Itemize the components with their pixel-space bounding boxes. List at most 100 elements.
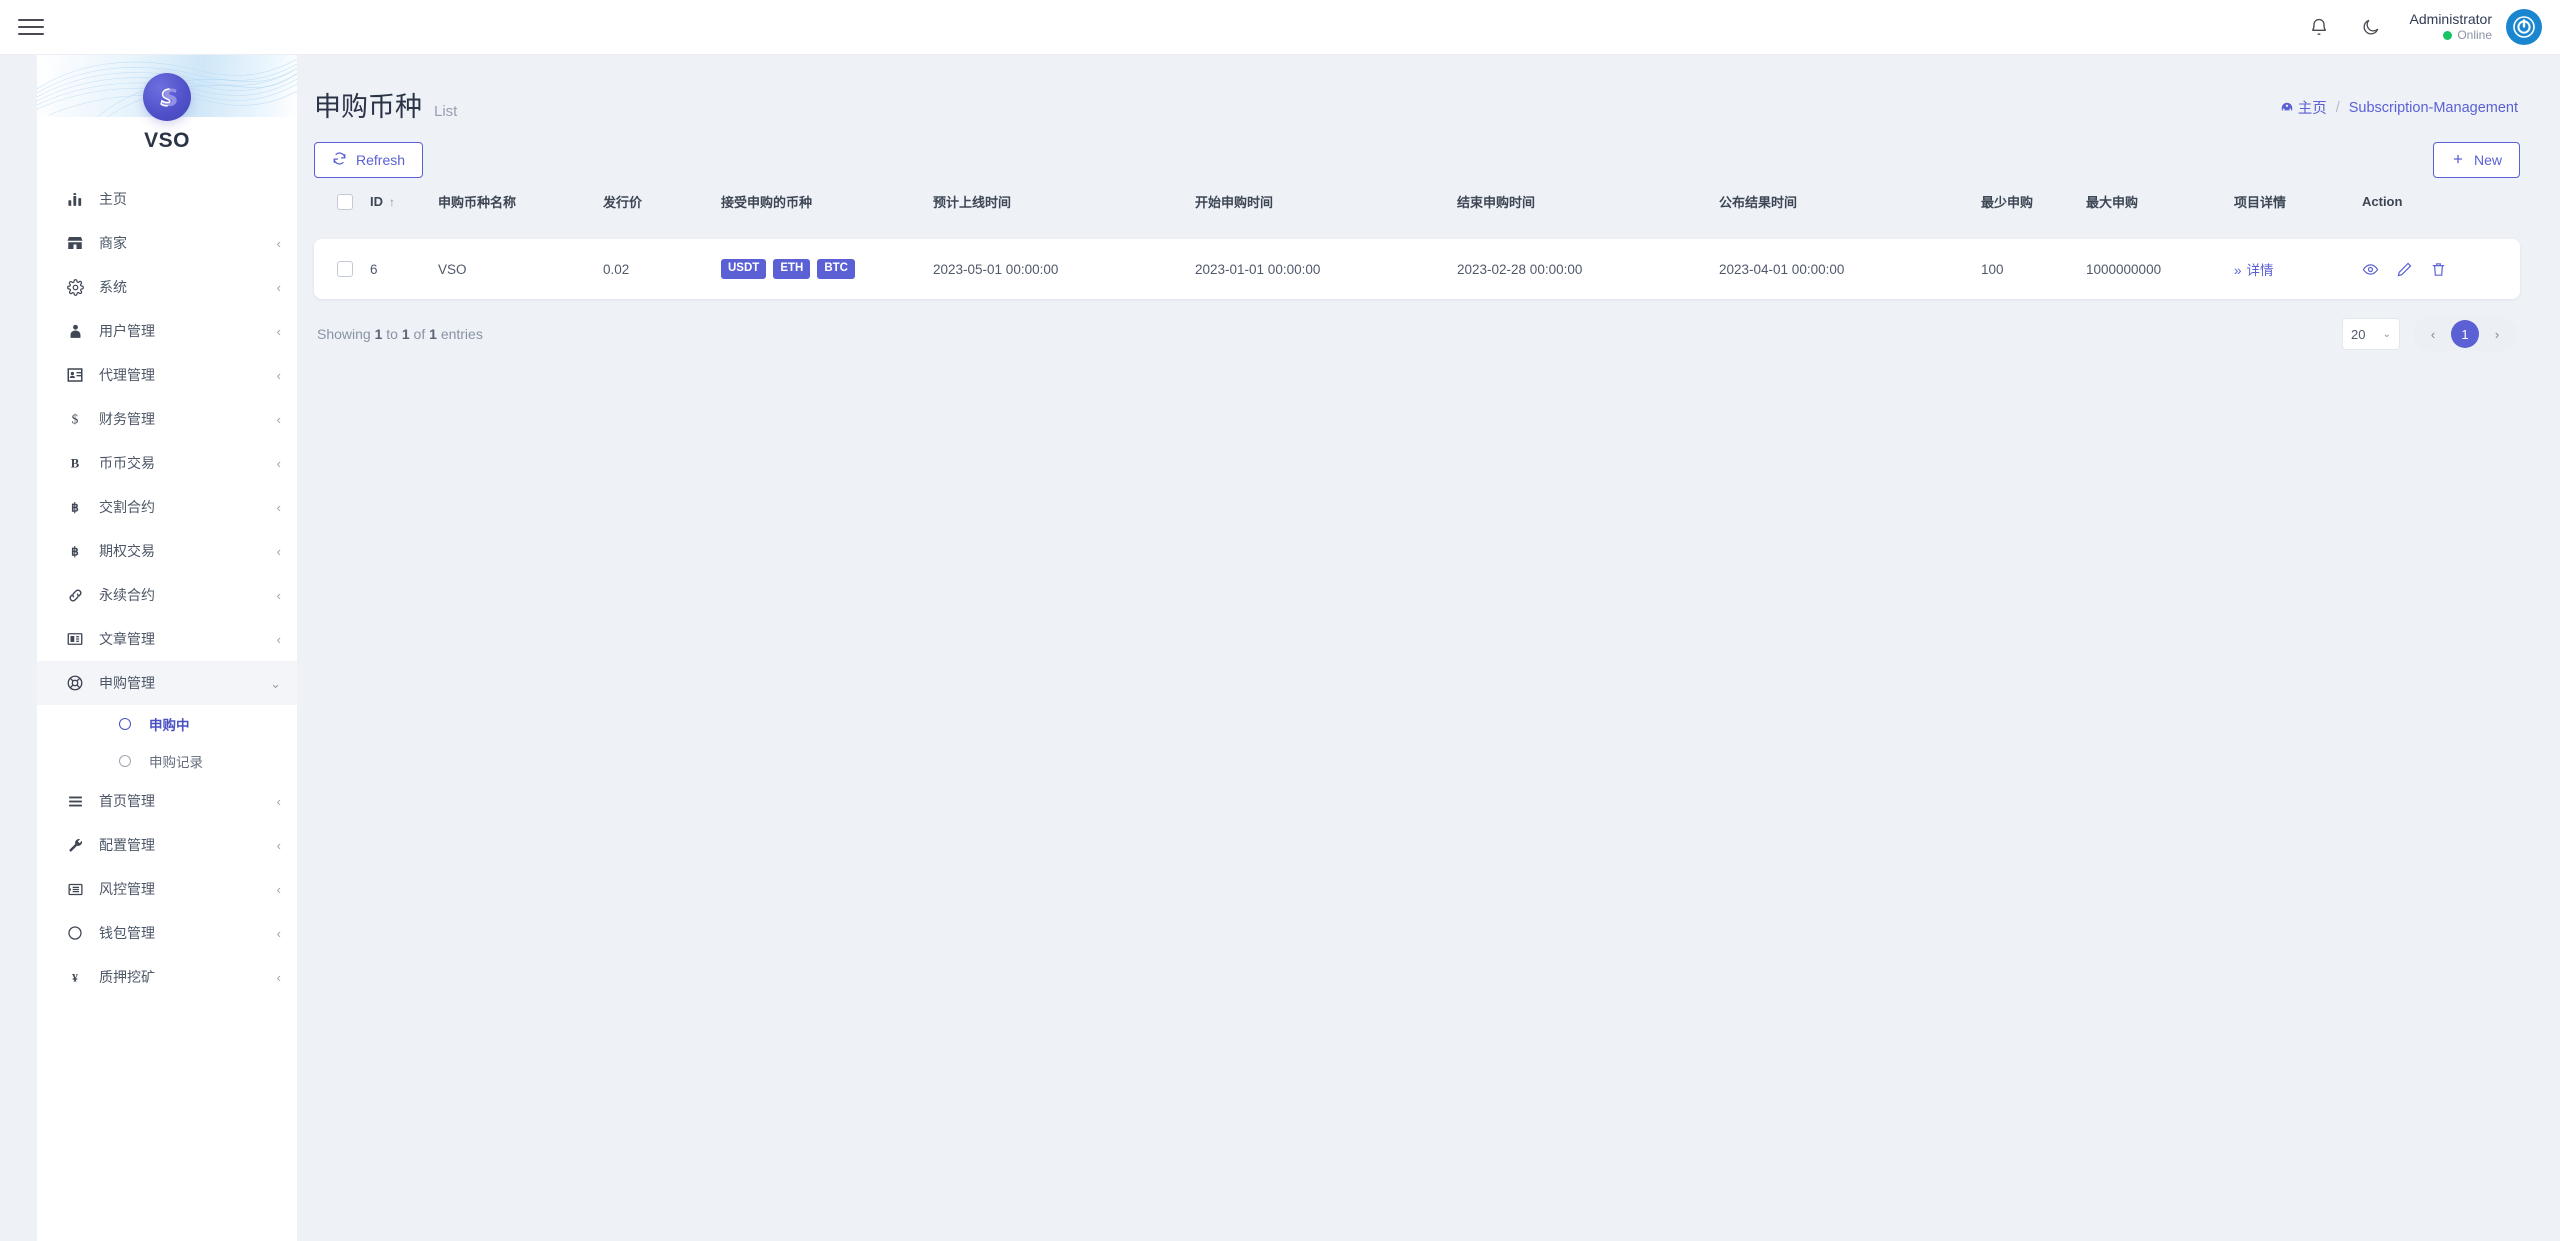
bell-icon[interactable] <box>2306 14 2332 40</box>
project-detail-label: 详情 <box>2246 263 2274 278</box>
table-wrapper: ID ↑ 申购币种名称 发行价 接受申购的币种 预计上线时间 开始申购时间 结束申… <box>314 178 2520 299</box>
page-1-button[interactable]: 1 <box>2451 320 2479 348</box>
col-max-subscription: 最大申购 <box>2086 178 2234 225</box>
sidebar-item-label: 风控管理 <box>99 881 155 897</box>
sidebar-item-label: 交割合约 <box>99 499 155 515</box>
chevron-left-icon: ‹ <box>276 925 281 941</box>
sidebar-item-subscription-management[interactable]: 申购管理 ⌄ <box>37 661 297 705</box>
col-id[interactable]: ID ↑ <box>370 178 438 225</box>
chevron-left-icon: ‹ <box>276 587 281 603</box>
table-header-row: ID ↑ 申购币种名称 发行价 接受申购的币种 预计上线时间 开始申购时间 结束申… <box>314 178 2520 225</box>
sidebar-subitem-subscribing[interactable]: 申购中 <box>37 705 297 742</box>
sidebar-item-staking-mining[interactable]: ¥ 质押挖矿 ‹ <box>37 955 297 999</box>
sidebar-item-perpetual-contract[interactable]: 永续合约 ‹ <box>37 573 297 617</box>
coin-badge: USDT <box>721 259 767 279</box>
breadcrumb: 主页 / Subscription-Management <box>2280 85 2518 118</box>
user-menu[interactable]: Administrator Online <box>2410 9 2542 45</box>
sidebar-item-label: 质押挖矿 <box>99 969 155 985</box>
user-info: Administrator Online <box>2410 11 2492 44</box>
sidebar-item-finance-management[interactable]: $ 财务管理 ‹ <box>37 397 297 441</box>
pager: ‹ 1 › <box>2413 317 2517 351</box>
svg-text:¥: ¥ <box>72 971 78 985</box>
entries-mid: to <box>386 326 398 342</box>
eye-icon[interactable] <box>2362 261 2379 278</box>
sidebar-item-delivery-contract[interactable]: ฿ 交割合约 ‹ <box>37 485 297 529</box>
sidebar-item-user-management[interactable]: 用户管理 ‹ <box>37 309 297 353</box>
chevron-left-icon: ‹ <box>276 455 281 471</box>
sidebar-item-risk-management[interactable]: 风控管理 ‹ <box>37 867 297 911</box>
svg-text:B: B <box>71 457 80 471</box>
sidebar-item-label: 配置管理 <box>99 837 155 853</box>
main-content: 申购币种 List 主页 / Subscription-Management R… <box>297 55 2560 1241</box>
cell-max-subscription: 1000000000 <box>2086 239 2234 299</box>
svg-text:฿: ฿ <box>71 545 79 559</box>
sidebar-item-system[interactable]: 系统 ‹ <box>37 265 297 309</box>
sidebar-item-label: 币币交易 <box>99 455 155 471</box>
sidebar-item-config-management[interactable]: 配置管理 ‹ <box>37 823 297 867</box>
topbar-actions: Administrator Online <box>2306 9 2542 45</box>
sidebar-subitem-label: 申购记录 <box>149 754 203 770</box>
breadcrumb-home[interactable]: 主页 <box>2280 97 2327 118</box>
user-status-label: Online <box>2457 28 2492 43</box>
entries-from: 1 <box>374 326 383 342</box>
refresh-label: Refresh <box>356 152 406 168</box>
link-icon <box>63 585 87 605</box>
sidebar-item-homepage-management[interactable]: 首页管理 ‹ <box>37 779 297 823</box>
user-tie-icon <box>63 321 87 341</box>
col-issue-price: 发行价 <box>603 178 721 225</box>
col-start-time: 开始申购时间 <box>1195 178 1457 225</box>
sidebar-item-agent-management[interactable]: 代理管理 ‹ <box>37 353 297 397</box>
sidebar-item-option-trade[interactable]: ฿ 期权交易 ‹ <box>37 529 297 573</box>
prev-page-button[interactable]: ‹ <box>2419 320 2447 348</box>
cell-actions <box>2362 239 2520 299</box>
breadcrumb-separator: / <box>2335 99 2340 116</box>
breadcrumb-current[interactable]: Subscription-Management <box>2349 100 2518 116</box>
top-bar: Administrator Online <box>0 0 2560 55</box>
sidebar-item-label: 文章管理 <box>99 631 155 647</box>
sidebar-item-label: 用户管理 <box>99 323 155 339</box>
circle-icon <box>63 923 87 943</box>
trash-icon[interactable] <box>2430 261 2447 278</box>
sidebar-item-label: 主页 <box>99 191 127 207</box>
cell-issue-price: 0.02 <box>603 239 721 299</box>
store-icon <box>63 233 87 253</box>
plus-icon <box>2451 152 2465 169</box>
sidebar-item-article-management[interactable]: 文章管理 ‹ <box>37 617 297 661</box>
next-page-button[interactable]: › <box>2483 320 2511 348</box>
sidebar-item-wallet-management[interactable]: 钱包管理 ‹ <box>37 911 297 955</box>
avatar[interactable] <box>2506 9 2542 45</box>
moon-icon[interactable] <box>2358 14 2384 40</box>
sidebar-item-merchant[interactable]: 商家 ‹ <box>37 221 297 265</box>
refresh-button[interactable]: Refresh <box>314 142 424 178</box>
project-detail-link[interactable]: » 详情 <box>2234 263 2274 278</box>
chevron-left-icon: ‹ <box>276 837 281 853</box>
sidebar-item-coin-trade[interactable]: B 币币交易 ‹ <box>37 441 297 485</box>
chevron-left-icon: ‹ <box>276 543 281 559</box>
sidebar-item-label: 首页管理 <box>99 793 155 809</box>
pagination-controls: 20 ⌄ ‹ 1 › <box>2342 317 2517 351</box>
brand[interactable]: VSO <box>37 55 297 169</box>
menu-toggle-icon[interactable] <box>18 14 44 40</box>
chevron-left-icon: ‹ <box>276 279 281 295</box>
cell-end-time: 2023-02-28 00:00:00 <box>1457 239 1719 299</box>
table-row[interactable]: 6 VSO 0.02 USDT ETH BTC 2023-05-01 00:00… <box>314 239 2520 299</box>
pencil-icon[interactable] <box>2396 261 2413 278</box>
sidebar-item-label: 系统 <box>99 279 127 295</box>
sidebar-item-label: 钱包管理 <box>99 925 155 941</box>
wrench-icon <box>63 835 87 855</box>
sidebar-subitem-subscription-records[interactable]: 申购记录 <box>37 742 297 779</box>
sidebar-item-label: 期权交易 <box>99 543 155 559</box>
bitcoin-icon: ฿ <box>63 497 87 517</box>
new-button[interactable]: New <box>2432 142 2520 178</box>
online-dot-icon <box>2443 31 2453 41</box>
select-all-checkbox[interactable] <box>337 193 353 210</box>
sidebar-item-label: 商家 <box>99 235 127 251</box>
cell-start-time: 2023-01-01 00:00:00 <box>1195 239 1457 299</box>
subscription-table-body: 6 VSO 0.02 USDT ETH BTC 2023-05-01 00:00… <box>314 239 2520 299</box>
sidebar-item-home[interactable]: 主页 <box>37 177 297 221</box>
page-size-select[interactable]: 20 ⌄ <box>2342 318 2400 350</box>
col-result-time: 公布结果时间 <box>1719 178 1981 225</box>
row-checkbox[interactable] <box>337 261 353 278</box>
chevron-left-icon: ‹ <box>276 411 281 427</box>
cell-coin-name: VSO <box>438 239 603 299</box>
